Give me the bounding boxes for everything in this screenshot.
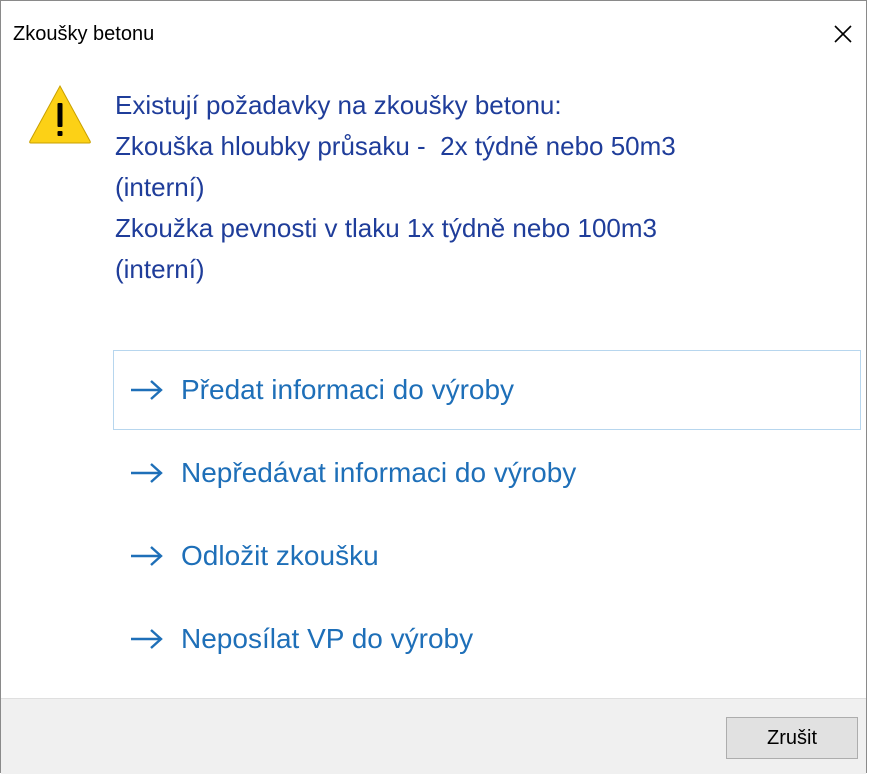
command-link-nepredavat[interactable]: Nepředávat informaci do výroby xyxy=(113,433,861,513)
arrow-right-icon xyxy=(131,629,163,649)
command-link-label: Předat informaci do výroby xyxy=(181,374,515,405)
arrow-right-icon xyxy=(131,546,163,566)
message-line: (interní) xyxy=(115,172,205,202)
command-link-label: Odložit zkoušku xyxy=(181,540,379,571)
command-link-neposilat[interactable]: Neposílat VP do výroby xyxy=(113,599,861,679)
command-link-predat[interactable]: Předat informaci do výroby xyxy=(113,350,861,430)
command-link-label: Neposílat VP do výroby xyxy=(181,623,474,654)
message-text: Existují požadavky na zkoušky betonu: Zk… xyxy=(115,85,835,290)
close-button[interactable] xyxy=(820,5,866,63)
arrow-right-icon xyxy=(131,380,163,400)
message-line: Zkouška hloubky průsaku - 2x týdně nebo … xyxy=(115,131,676,161)
task-dialog: Zkoušky betonu Existují požadavky na zko… xyxy=(0,0,867,774)
cancel-button[interactable]: Zrušit xyxy=(726,717,858,759)
command-link-label: Nepředávat informaci do výroby xyxy=(181,457,577,488)
dialog-footer: Zrušit xyxy=(1,698,866,774)
window-title: Zkoušky betonu xyxy=(13,23,155,45)
message-line: (interní) xyxy=(115,254,205,284)
title-bar: Zkoušky betonu xyxy=(1,1,866,67)
command-link-odlozit[interactable]: Odložit zkoušku xyxy=(113,516,861,596)
message-line: Zkoužka pevnosti v tlaku 1x týdně nebo 1… xyxy=(115,213,657,243)
command-links: Předat informaci do výroby Nepředávat in… xyxy=(113,350,861,682)
warning-icon xyxy=(29,84,91,144)
close-icon xyxy=(834,25,852,43)
message-line: Existují požadavky na zkoušky betonu: xyxy=(115,90,562,120)
arrow-right-icon xyxy=(131,463,163,483)
